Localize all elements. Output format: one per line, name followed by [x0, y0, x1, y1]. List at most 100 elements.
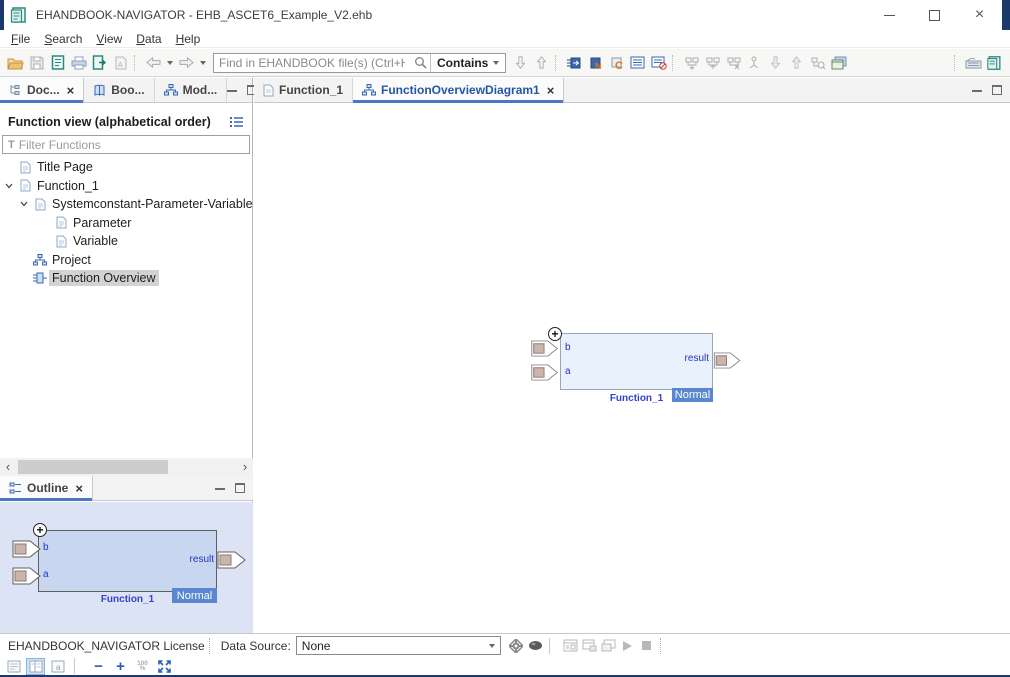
maximize-button[interactable]	[912, 0, 957, 30]
input-port-b[interactable]	[12, 540, 42, 558]
close-tab-icon[interactable]: ×	[547, 84, 555, 97]
back-history-dropdown[interactable]	[164, 52, 176, 74]
expand-diagram-button[interactable]	[702, 52, 723, 74]
keyboard-shortcuts-button[interactable]	[963, 52, 984, 74]
tab-models[interactable]: Mod...	[155, 78, 228, 102]
pdf-export-button[interactable]: A	[110, 52, 131, 74]
measure-config-button[interactable]	[580, 637, 599, 654]
minimize-panel-icon[interactable]	[227, 88, 237, 92]
search-input[interactable]	[214, 54, 410, 72]
tree-item-function-overview[interactable]: Function Overview	[0, 269, 252, 288]
remove-diagram-button[interactable]	[723, 52, 744, 74]
chevron-down-icon[interactable]	[2, 183, 16, 189]
menu-help[interactable]: Help	[169, 32, 208, 46]
gray-up-arrow-icon	[790, 56, 803, 69]
zoom-100-button[interactable]: 100 %	[133, 658, 152, 675]
split-view-button[interactable]	[26, 658, 45, 675]
collapse-diagram-button[interactable]	[681, 52, 702, 74]
tree-item-title-page[interactable]: Title Page	[0, 158, 252, 177]
scroll-left-icon[interactable]: ‹	[0, 458, 16, 476]
function-overview-icon	[31, 272, 49, 284]
clear-list-button[interactable]	[648, 52, 669, 74]
single-page-view-button[interactable]	[4, 658, 23, 675]
open-folder-button[interactable]	[5, 52, 26, 74]
maximize-panel-icon[interactable]	[235, 483, 245, 493]
goto-function-button[interactable]	[564, 52, 585, 74]
find-previous-button[interactable]	[531, 52, 552, 74]
move-down-button[interactable]	[765, 52, 786, 74]
stop-measurement-button[interactable]	[637, 637, 656, 654]
forward-button[interactable]	[176, 52, 197, 74]
tree-item-systemconstant[interactable]: Systemconstant-Parameter-Variable-C	[0, 195, 252, 214]
search-diagram-button[interactable]	[807, 52, 828, 74]
input-port-a[interactable]	[12, 567, 42, 585]
text-view-button[interactable]: a	[48, 658, 67, 675]
branch-diagram-button[interactable]	[744, 52, 765, 74]
document-icon	[263, 84, 274, 97]
tab-documents[interactable]: Doc... ×	[0, 78, 84, 102]
plus-icon: +	[551, 328, 558, 340]
scrollbar-track[interactable]	[16, 458, 237, 476]
tree-item-project[interactable]: Project	[0, 251, 252, 270]
menu-search[interactable]: Search	[37, 32, 89, 46]
export-button[interactable]	[89, 52, 110, 74]
move-up-button[interactable]	[786, 52, 807, 74]
back-button[interactable]	[143, 52, 164, 74]
tree-item-label: Title Page	[34, 159, 96, 175]
minimize-button[interactable]	[867, 0, 912, 30]
measure-window-button[interactable]	[561, 637, 580, 654]
input-port-b[interactable]	[530, 340, 560, 357]
data-source-dropdown[interactable]: None	[296, 636, 501, 655]
data-source-settings-button[interactable]	[507, 637, 526, 654]
scrollbar-thumb[interactable]	[18, 460, 168, 474]
diagram-canvas[interactable]: + b a result Fun	[254, 103, 1010, 633]
eye-icon	[528, 640, 543, 651]
calibration-button[interactable]: C	[606, 52, 627, 74]
minimize-panel-icon[interactable]	[972, 88, 982, 92]
zoom-out-button[interactable]: −	[89, 658, 108, 675]
open-ehb-button[interactable]	[47, 52, 68, 74]
close-tab-icon[interactable]: ×	[67, 84, 75, 97]
zoom-in-button[interactable]: +	[111, 658, 130, 675]
tab-function-overview-diagram[interactable]: FunctionOverviewDiagram1 ×	[353, 78, 564, 102]
ehandbook-home-button[interactable]	[984, 52, 1005, 74]
tree-horizontal-scrollbar[interactable]: ‹ ›	[0, 458, 253, 476]
menu-data[interactable]: Data	[129, 32, 168, 46]
view-menu-icon[interactable]	[229, 116, 244, 128]
close-icon: ×	[975, 7, 984, 23]
tree-item-function-1[interactable]: Function_1	[0, 177, 252, 196]
tab-function-1[interactable]: Function_1	[254, 78, 353, 102]
scroll-right-icon[interactable]: ›	[237, 458, 253, 476]
output-port-result[interactable]	[713, 352, 742, 369]
tab-outline[interactable]: Outline ×	[0, 476, 93, 500]
forward-history-dropdown[interactable]	[197, 52, 209, 74]
show-values-button[interactable]	[526, 637, 545, 654]
fit-to-screen-button[interactable]	[155, 658, 174, 675]
tree-item-variable[interactable]: Variable	[0, 232, 252, 251]
maximize-panel-icon[interactable]	[992, 85, 1002, 95]
menu-view[interactable]: View	[89, 32, 129, 46]
expand-block-button[interactable]: +	[33, 523, 47, 537]
filter-functions-input[interactable]	[19, 138, 249, 152]
input-port-a[interactable]	[530, 364, 560, 381]
find-next-button[interactable]	[510, 52, 531, 74]
tab-bookmarks[interactable]: Boo...	[84, 78, 154, 102]
search-go-button[interactable]	[410, 56, 430, 69]
tree-item-parameter[interactable]: Parameter	[0, 214, 252, 233]
close-tab-icon[interactable]: ×	[75, 482, 83, 495]
contains-dropdown[interactable]: Contains	[430, 54, 505, 72]
expand-block-button[interactable]: +	[548, 327, 562, 341]
menu-file[interactable]: File	[4, 32, 37, 46]
save-button[interactable]	[26, 52, 47, 74]
minimize-panel-icon[interactable]	[215, 486, 225, 490]
print-button[interactable]	[68, 52, 89, 74]
function-instance-button[interactable]: N	[585, 52, 606, 74]
measure-export-button[interactable]	[599, 637, 618, 654]
outline-canvas[interactable]: + b a result Fun	[0, 502, 253, 633]
copy-view-button[interactable]	[828, 52, 849, 74]
close-button[interactable]: ×	[957, 0, 1002, 30]
start-measurement-button[interactable]	[618, 637, 637, 654]
show-list-button[interactable]	[627, 52, 648, 74]
output-port-result[interactable]	[217, 551, 247, 569]
chevron-down-icon[interactable]	[17, 201, 31, 207]
